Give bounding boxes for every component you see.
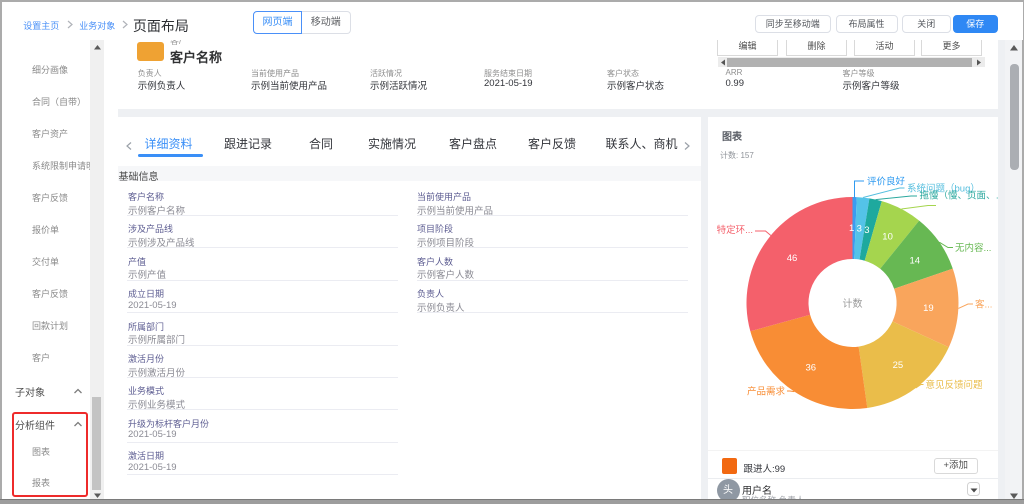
svg-text:拖慢（慢、页面、…: 拖慢（慢、页面、… (920, 190, 999, 202)
svg-text:14: 14 (910, 255, 921, 266)
svg-text:3: 3 (857, 223, 862, 234)
svg-text:产品需求: 产品需求 (747, 386, 786, 398)
svg-text:无内容...: 无内容... (955, 242, 991, 254)
svg-text:36: 36 (806, 363, 817, 374)
svg-text:19: 19 (923, 303, 934, 314)
svg-text:意见反馈问题: 意见反馈问题 (926, 379, 984, 391)
svg-text:计数: 计数 (843, 297, 863, 310)
svg-text:25: 25 (893, 360, 904, 371)
svg-text:46: 46 (787, 253, 798, 264)
svg-text:评价良好: 评价良好 (867, 176, 906, 188)
svg-text:10: 10 (882, 232, 893, 243)
svg-text:1: 1 (849, 223, 854, 234)
svg-text:客...: 客... (975, 299, 992, 311)
svg-text:特定环...: 特定环... (717, 224, 753, 236)
svg-text:3: 3 (864, 225, 869, 236)
